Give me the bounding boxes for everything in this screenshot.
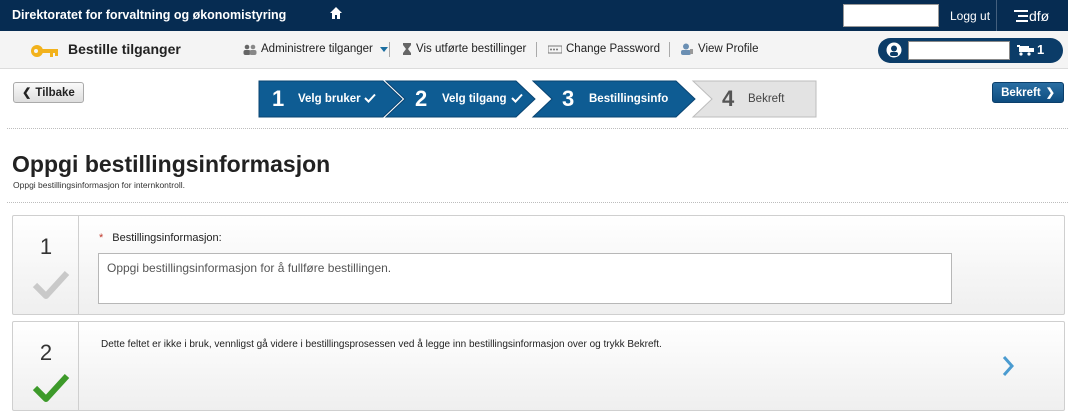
nav-change-password-label: Change Password: [566, 43, 660, 55]
order-info-label: * Bestillingsinformasjon:: [99, 232, 222, 244]
nav-divider: [669, 42, 670, 57]
login-input[interactable]: [843, 4, 939, 27]
chevron-down-icon: [379, 46, 388, 52]
nav-vis-label: Vis utførte bestillinger: [416, 43, 527, 55]
step-1-label[interactable]: Velg bruker: [298, 93, 361, 105]
step-3-number: 3: [562, 86, 575, 111]
top-bar: Direktoratet for forvaltning og økonomis…: [0, 0, 1068, 31]
page-title: Oppgi bestillingsinformasjon: [12, 151, 331, 177]
info-text: Dette feltet er ikke i bruk, vennligst g…: [101, 339, 662, 350]
panel-number: 1: [39, 234, 53, 259]
page-subtitle: Oppgi bestillingsinformasjon for internk…: [13, 180, 185, 190]
check-icon-complete: [32, 373, 70, 402]
back-button-label: Tilbake: [35, 86, 75, 99]
hourglass-icon: [403, 43, 411, 55]
check-icon: [511, 93, 523, 103]
order-info-label-text: Bestillingsinformasjon:: [112, 232, 222, 244]
topbar-divider: [996, 0, 997, 31]
user-head-icon: [886, 42, 902, 58]
chevron-right-icon: ❯: [1045, 87, 1055, 99]
required-marker: *: [99, 232, 104, 244]
step-2-label[interactable]: Velg tilgang: [442, 93, 507, 105]
confirm-button-label: Bekreft: [1001, 86, 1041, 99]
cart-icon[interactable]: [1017, 45, 1034, 56]
cart-widget: 1: [878, 38, 1063, 63]
organization-name: Direktoratet for forvaltning og økonomis…: [12, 8, 287, 22]
order-info-placeholder: Oppgi bestillingsinformasjon for å fullf…: [107, 261, 392, 275]
confirm-button[interactable]: Bekreft ❯: [992, 82, 1064, 103]
order-info-textarea[interactable]: Oppgi bestillingsinformasjon for å fullf…: [98, 253, 952, 304]
step-4-label: Bekreft: [748, 93, 785, 105]
profile-icon: [681, 43, 693, 55]
home-icon[interactable]: [329, 6, 343, 20]
step-4-number: 4: [722, 86, 735, 111]
nav-change-password[interactable]: Change Password: [548, 43, 660, 55]
app-title: Bestille tilganger: [68, 41, 181, 57]
key-icon: [31, 45, 58, 57]
check-icon-pending: [32, 270, 70, 299]
nav-vis-utforte-bestillinger[interactable]: Vis utførte bestillinger: [402, 43, 526, 55]
chevron-right-icon[interactable]: [1001, 355, 1015, 377]
nav-bar: Bestille tilganger Administrere tilgange…: [0, 31, 1068, 69]
nav-administrere-tilganger[interactable]: Administrere tilganger: [243, 43, 388, 55]
users-icon: [243, 44, 257, 55]
step-progress: 1 Velg bruker 2 Velg tilgang 3 Bestillin…: [258, 80, 818, 118]
svg-text:dfø: dfø: [1029, 8, 1050, 24]
step-3-label: Bestillingsinfo: [589, 93, 669, 105]
dfo-logo: dfø: [1014, 8, 1050, 24]
order-info-panel: 1 * Bestillingsinformasjon: Oppgi bestill…: [12, 215, 1065, 315]
nav-view-profile[interactable]: View Profile: [681, 43, 759, 55]
chevron-left-icon: ❮: [22, 87, 32, 99]
cart-search-input[interactable]: [908, 41, 1010, 60]
step-2-number: 2: [415, 86, 428, 111]
panel-number-column: 1: [13, 216, 79, 314]
step-1-number: 1: [272, 86, 285, 111]
info-panel: 2 Dette feltet er ikke i bruk, vennligst…: [12, 321, 1065, 411]
panel-number: 2: [39, 340, 53, 365]
nav-view-profile-label: View Profile: [698, 43, 759, 55]
back-button[interactable]: ❮ Tilbake: [13, 82, 84, 103]
nav-divider: [536, 42, 537, 57]
check-icon: [364, 93, 376, 103]
divider: [7, 128, 1068, 129]
password-icon: [548, 45, 562, 54]
nav-administrere-label: Administrere tilganger: [261, 43, 373, 55]
cart-count: 1: [1037, 42, 1045, 57]
nav-divider: [389, 42, 390, 57]
divider: [7, 202, 1068, 203]
logout-link[interactable]: Logg ut: [950, 9, 990, 23]
panel-number-column: 2: [13, 322, 79, 410]
